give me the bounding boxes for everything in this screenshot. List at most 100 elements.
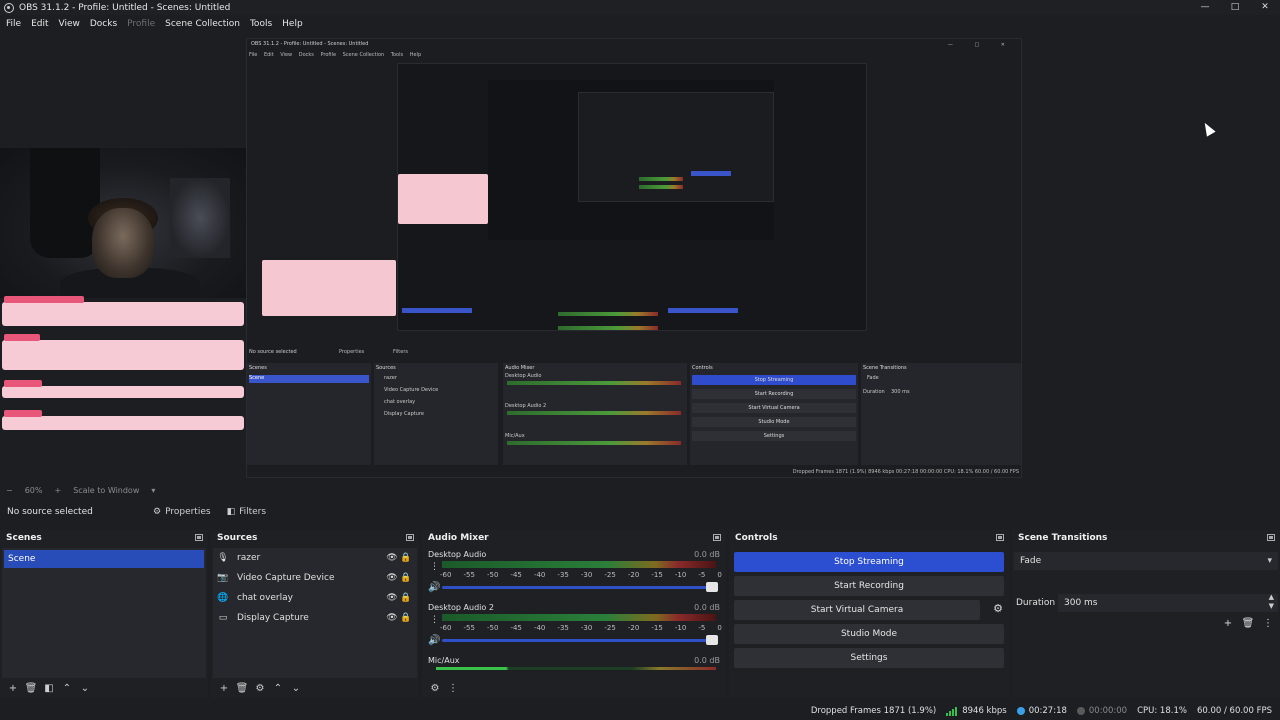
- volume-slider-handle[interactable]: [706, 582, 718, 592]
- menu-scene-collection[interactable]: Scene Collection: [165, 19, 240, 29]
- virtual-camera-settings-icon[interactable]: ⚙: [993, 602, 1003, 615]
- level-meter: [436, 667, 716, 670]
- move-down-icon[interactable]: ⌄: [287, 683, 305, 694]
- dock-float-icon[interactable]: [713, 534, 721, 541]
- tick-label: -10: [674, 571, 687, 579]
- nested-preview-level-2: [262, 63, 867, 331]
- trash-icon[interactable]: 🗑: [1238, 618, 1258, 629]
- zoom-dropdown-icon[interactable]: ▾: [151, 486, 155, 495]
- spinner-arrows-icon[interactable]: ▲ ▼: [1269, 593, 1274, 611]
- volume-slider[interactable]: [442, 639, 716, 642]
- tick-label: 0: [717, 624, 722, 632]
- volume-slider[interactable]: [442, 586, 716, 589]
- eye-icon[interactable]: 👁: [385, 613, 399, 623]
- menu-bar: File Edit View Docks Profile Scene Colle…: [0, 16, 313, 32]
- tick-label: -25: [604, 571, 616, 579]
- add-icon[interactable]: +: [1218, 618, 1238, 629]
- filter-icon[interactable]: ◧: [40, 683, 58, 694]
- scenes-toolbar: + 🗑 ◧ ⌃ ⌄: [4, 683, 94, 694]
- dock-float-icon[interactable]: [195, 534, 203, 541]
- preview-canvas[interactable]: OBS 31.1.2 - Profile: Untitled - Scenes:…: [0, 36, 1280, 482]
- duration-label: Duration: [1016, 598, 1056, 608]
- start-virtual-camera-button[interactable]: Start Virtual Camera: [734, 600, 980, 620]
- trash-icon[interactable]: 🗑: [22, 683, 40, 694]
- zoom-fit-label[interactable]: Scale to Window: [73, 486, 139, 495]
- eye-icon[interactable]: 👁: [385, 573, 399, 583]
- mixer-channel: Mic/Aux 0.0 dB: [426, 656, 722, 678]
- globe-icon: 🌐: [217, 593, 229, 603]
- monitor-icon: ▭: [218, 613, 228, 623]
- dock-float-icon[interactable]: [996, 534, 1004, 541]
- menu-tools[interactable]: Tools: [250, 19, 272, 29]
- dock-float-icon[interactable]: [1267, 534, 1275, 541]
- speaker-icon[interactable]: 🔊: [428, 582, 440, 593]
- maximize-button[interactable]: □: [1220, 0, 1250, 15]
- start-recording-button[interactable]: Start Recording: [734, 576, 1004, 596]
- scene-transitions-dock: Scene Transitions Fade Duration 300 ms ▲…: [1012, 530, 1280, 698]
- trash-icon[interactable]: 🗑: [233, 683, 251, 694]
- stop-streaming-button[interactable]: Stop Streaming: [734, 552, 1004, 572]
- meter-ticks: -60 -55 -50 -45 -40 -35 -30 -25 -20 -15 -10 -5 0: [440, 624, 722, 634]
- kebab-menu-icon[interactable]: ⋮: [430, 562, 439, 572]
- sources-title: Sources: [217, 533, 258, 543]
- volume-slider-handle[interactable]: [706, 635, 718, 645]
- source-item[interactable]: ▭ Display Capture 👁 🔒: [217, 609, 413, 627]
- gear-icon[interactable]: ⚙: [426, 683, 444, 694]
- gear-icon[interactable]: ⚙: [251, 683, 269, 694]
- eye-icon[interactable]: 👁: [385, 553, 399, 563]
- nested-filters: Filters: [393, 349, 408, 355]
- menu-help[interactable]: Help: [282, 19, 303, 29]
- settings-button[interactable]: Settings: [734, 648, 1004, 668]
- move-up-icon[interactable]: ⌃: [58, 683, 76, 694]
- menu-edit[interactable]: Edit: [31, 19, 48, 29]
- tick-label: 0: [717, 571, 722, 579]
- sources-list: 🎙 razer 👁 🔒 📷 Video Capture Device 👁 🔒 🌐…: [213, 548, 417, 678]
- add-icon[interactable]: +: [4, 683, 22, 694]
- nested-menu-item: Profile: [320, 52, 337, 58]
- tick-label: -60: [440, 624, 452, 632]
- lock-icon[interactable]: 🔒: [399, 613, 413, 623]
- menu-docks[interactable]: Docks: [90, 19, 117, 29]
- duration-input[interactable]: 300 ms ▲ ▼: [1058, 593, 1278, 612]
- record-time: 00:00:00: [1088, 706, 1128, 716]
- nested-menu-item: File: [249, 52, 258, 58]
- kebab-menu-icon[interactable]: ⋮: [430, 615, 439, 625]
- studio-mode-button[interactable]: Studio Mode: [734, 624, 1004, 644]
- menu-file[interactable]: File: [6, 19, 21, 29]
- nested-menu-item: Help: [409, 52, 422, 58]
- lock-icon[interactable]: 🔒: [399, 593, 413, 603]
- properties-button[interactable]: ⚙ Properties: [147, 503, 217, 521]
- move-down-icon[interactable]: ⌄: [76, 683, 94, 694]
- zoom-in-icon[interactable]: +: [54, 486, 61, 495]
- menu-profile[interactable]: Profile: [127, 19, 155, 29]
- zoom-out-icon[interactable]: −: [6, 486, 13, 495]
- tick-label: -20: [627, 571, 640, 579]
- dock-float-icon[interactable]: [406, 534, 414, 541]
- scene-item[interactable]: Scene: [4, 550, 204, 568]
- filters-button[interactable]: ◧ Filters: [221, 503, 273, 521]
- add-icon[interactable]: +: [215, 683, 233, 694]
- controls-dock: Controls Stop Streaming Start Recording …: [729, 530, 1009, 698]
- kebab-menu-icon[interactable]: ⋮: [444, 683, 462, 694]
- lock-icon[interactable]: 🔒: [399, 573, 413, 583]
- nested-dock-title: Scenes: [249, 365, 267, 371]
- move-up-icon[interactable]: ⌃: [269, 683, 287, 694]
- tick-label: -45: [510, 624, 522, 632]
- source-item[interactable]: 📷 Video Capture Device 👁 🔒: [217, 569, 413, 587]
- menu-view[interactable]: View: [59, 19, 80, 29]
- nested-menu-item: View: [280, 52, 293, 58]
- source-item[interactable]: 🎙 razer 👁 🔒: [217, 549, 413, 567]
- nested-dock-title: Scene Transitions: [863, 365, 907, 371]
- nested-meter: [639, 185, 683, 189]
- close-button[interactable]: ✕: [1250, 0, 1280, 15]
- no-source-label: No source selected: [7, 507, 93, 517]
- gear-icon: ⚙: [153, 507, 162, 517]
- minimize-button[interactable]: —: [1190, 0, 1220, 15]
- speaker-icon[interactable]: 🔊: [428, 635, 440, 646]
- transition-select[interactable]: Fade: [1014, 552, 1278, 570]
- eye-icon[interactable]: 👁: [385, 593, 399, 603]
- source-item[interactable]: 🌐 chat overlay 👁 🔒: [217, 589, 413, 607]
- kebab-menu-icon[interactable]: ⋮: [1258, 618, 1278, 629]
- lock-icon[interactable]: 🔒: [399, 553, 413, 563]
- cpu-usage: CPU: 18.1%: [1137, 706, 1187, 716]
